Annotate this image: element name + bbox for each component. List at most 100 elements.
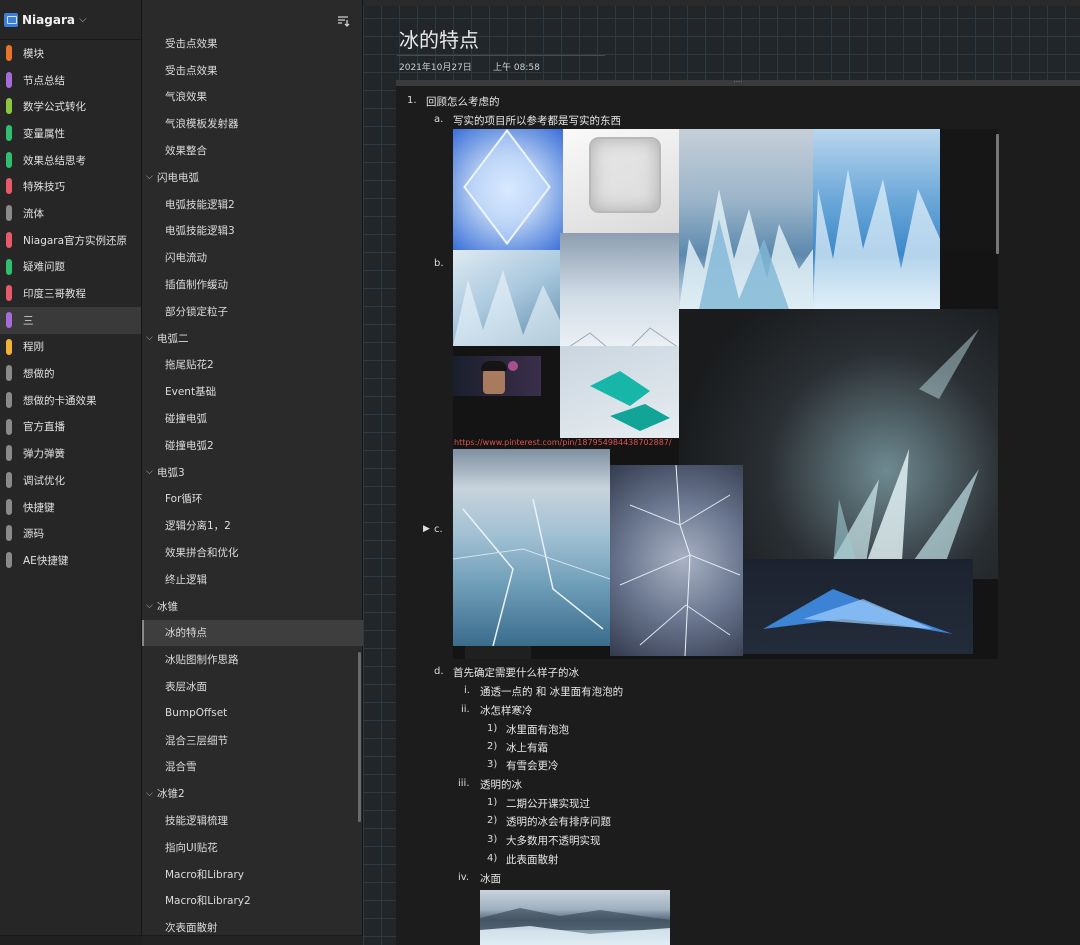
chevron-down-icon[interactable]: ⌵ [146, 172, 156, 182]
section-tab[interactable]: Niagara官方实例还原 [0, 227, 141, 254]
section-tab[interactable]: AE快捷键 [0, 547, 141, 574]
section-tab[interactable]: 印度三哥教程 [0, 280, 141, 307]
outline-line[interactable]: 大多数用不透明实现 [506, 833, 601, 848]
page-label: Macro和Library2 [165, 895, 251, 908]
outline-marker: d. [434, 666, 444, 677]
outline-line[interactable]: 冰面 [480, 871, 501, 886]
page-group[interactable]: ⌵ 冰锥 [142, 593, 363, 620]
page-label: 混合三层细节 [165, 734, 228, 747]
page-item[interactable]: Macro和Library [142, 861, 363, 888]
section-tab[interactable]: 调试优化 [0, 467, 141, 494]
page-label: 插值制作缓动 [165, 279, 228, 292]
outline-line[interactable]: 有雪会更冷 [506, 758, 559, 773]
section-label: 源码 [23, 528, 44, 541]
section-tab[interactable]: 特殊技巧 [0, 173, 141, 200]
outline-marker: iv. [458, 872, 470, 883]
outline-line[interactable]: 首先确定需要什么样子的冰 [453, 665, 579, 680]
outline-line[interactable]: 此表面散射 [506, 852, 559, 867]
section-tab[interactable]: 想做的 [0, 360, 141, 387]
section-label: Niagara官方实例还原 [23, 234, 128, 247]
page-item[interactable]: 效果拼合和优化 [142, 539, 363, 566]
page-item[interactable]: 技能逻辑梳理 [142, 807, 363, 834]
section-tab[interactable]: 程刚 [0, 334, 141, 361]
page-group[interactable]: ⌵ 电弧3 [142, 459, 363, 486]
page-list-scrollbar[interactable] [358, 652, 361, 822]
page-label: 气浪模板发射器 [165, 118, 239, 131]
page-item[interactable]: 受击点效果 [142, 57, 363, 84]
chevron-down-icon[interactable]: ⌵ [146, 333, 156, 343]
note-container[interactable]: 1. 回顾怎么考虑的 a. 写实的项目所以参考都是写实的东西 b. ▶ c. h… [396, 86, 1080, 945]
page-item[interactable]: 效果整合 [142, 137, 363, 164]
outline-line[interactable]: 透明的冰会有排序问题 [506, 814, 611, 829]
collage-scrollbar[interactable] [996, 134, 999, 254]
page-item[interactable]: 终止逻辑 [142, 566, 363, 593]
page-item[interactable]: BumpOffset [142, 700, 363, 727]
page-item[interactable]: 表层冰面 [142, 673, 363, 700]
section-tab[interactable]: 官方直播 [0, 414, 141, 441]
section-tab[interactable]: 效果总结思考 [0, 147, 141, 174]
add-page-bar[interactable] [142, 935, 363, 945]
chevron-down-icon[interactable]: ⌵ [146, 467, 156, 477]
page-group[interactable]: ⌵ 冰锥2 [142, 780, 363, 807]
onenote-window: Niagara ⌵ 模块 节点总结数学公式转化变量属性 效果总结思考 特殊技巧 流体 Ni… [0, 0, 1080, 945]
page-label: 冰锥2 [157, 788, 185, 801]
reference-image-collage[interactable]: https://www.pinterest.com/pin/1879549844… [453, 129, 998, 659]
section-tab[interactable]: 节点总结 [0, 67, 141, 94]
page-item[interactable]: Event基础 [142, 378, 363, 405]
page-label: 受击点效果 [165, 64, 218, 77]
page-item[interactable]: For循环 [142, 486, 363, 513]
outline-line[interactable]: 二期公开课实现过 [506, 796, 590, 811]
add-section-bar[interactable] [0, 935, 142, 945]
page-item[interactable]: 碰撞电弧 [142, 405, 363, 432]
page-item[interactable]: 闪电流动 [142, 244, 363, 271]
page-item[interactable]: 冰的特点 [142, 619, 363, 647]
frozen-shore-photo[interactable] [480, 890, 670, 945]
section-label: AE快捷键 [23, 554, 69, 567]
section-tab[interactable]: 数学公式转化 [0, 93, 141, 120]
page-item[interactable]: 混合雪 [142, 754, 363, 781]
page-label: 终止逻辑 [165, 573, 207, 586]
page-item[interactable]: 混合三层细节 [142, 727, 363, 754]
page-title[interactable]: 冰的特点 [399, 24, 479, 53]
chevron-down-icon[interactable]: ⌵ [146, 601, 156, 611]
section-tab[interactable]: 快捷键 [0, 494, 141, 521]
page-item[interactable]: 气浪模板发射器 [142, 110, 363, 137]
page-item[interactable]: 逻辑分离1，2 [142, 512, 363, 539]
chevron-down-icon[interactable]: ⌵ [146, 789, 156, 799]
page-item[interactable]: 气浪效果 [142, 84, 363, 111]
sort-icon[interactable] [336, 14, 350, 28]
outline-line[interactable]: 写实的项目所以参考都是写实的东西 [453, 113, 621, 128]
section-label: 数学公式转化 [23, 101, 86, 114]
page-item[interactable]: 冰贴图制作思路 [142, 646, 363, 673]
page-item[interactable]: 部分锁定粒子 [142, 298, 363, 325]
outline-line[interactable]: 冰上有霜 [506, 740, 548, 755]
outline-marker: a. [434, 114, 444, 125]
outline-line[interactable]: 回顾怎么考虑的 [426, 94, 500, 109]
page-item[interactable]: 碰撞电弧2 [142, 432, 363, 459]
section-tab[interactable]: 源码 [0, 520, 141, 547]
page-group[interactable]: ⌵ 闪电电弧 [142, 164, 363, 191]
section-tab[interactable]: 模块 [0, 40, 141, 67]
outline-line[interactable]: 冰里面有泡泡 [506, 722, 569, 737]
page-item[interactable]: 受击点效果 [142, 30, 363, 57]
outline-line[interactable]: 冰怎样寒冷 [480, 703, 533, 718]
page-item[interactable]: Macro和Library2 [142, 888, 363, 915]
outline-line[interactable]: 通透一点的 和 冰里面有泡泡的 [480, 684, 623, 699]
section-tab[interactable]: 弹力弹簧 [0, 440, 141, 467]
section-tab[interactable]: 三 [0, 306, 141, 334]
section-tab[interactable]: 想做的卡通效果 [0, 387, 141, 414]
page-item[interactable]: 插值制作缓动 [142, 271, 363, 298]
page-item[interactable]: 电弧技能逻辑3 [142, 218, 363, 245]
section-tab[interactable]: 疑难问题 [0, 254, 141, 281]
outline-line[interactable]: 透明的冰 [480, 777, 522, 792]
notebook-selector[interactable]: Niagara ⌵ [0, 0, 141, 40]
page-group[interactable]: ⌵ 电弧二 [142, 325, 363, 352]
section-tab[interactable]: 流体 [0, 200, 141, 227]
page-item[interactable]: 电弧技能逻辑2 [142, 191, 363, 218]
page-item[interactable]: 拖尾贴花2 [142, 352, 363, 379]
page-item[interactable]: 指向UI贴花 [142, 834, 363, 861]
outline-marker: c. [434, 524, 443, 535]
section-color-tab [6, 338, 12, 355]
page-canvas[interactable]: 冰的特点 2021年10月27日 上午 08:58 ···· 1. 回顾怎么考虑… [363, 0, 1080, 945]
section-tab[interactable]: 变量属性 [0, 120, 141, 147]
